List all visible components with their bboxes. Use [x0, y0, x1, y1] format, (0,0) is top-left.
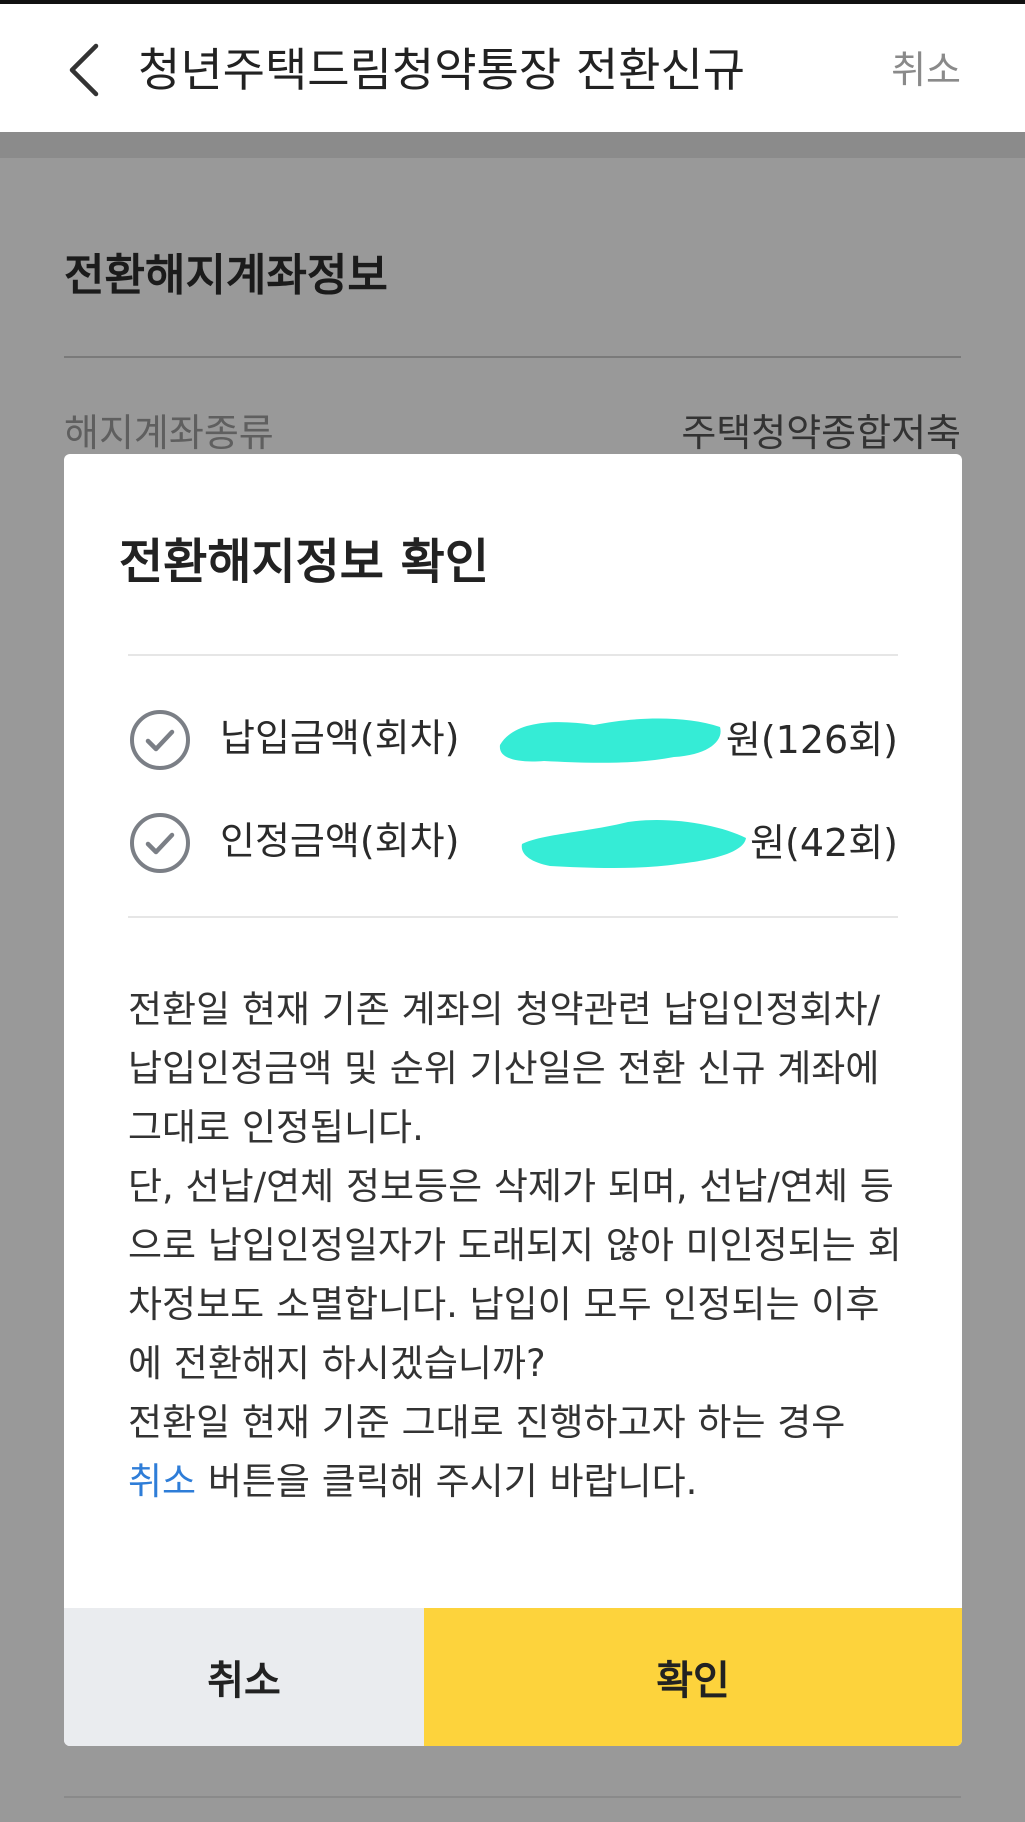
payment-amount-value: 원(126회) [494, 710, 898, 770]
cancel-button[interactable]: 취소 [64, 1608, 424, 1746]
message-paragraph: 전환일 현재 기존 계좌의 청약관련 납입인정회차/납입인정금액 및 순위 기산… [128, 988, 881, 1149]
section-title: 전환해지계좌정보 [64, 250, 388, 301]
account-type-label: 해지계좌종류 [64, 411, 274, 455]
dialog-title: 전환해지정보 확인 [119, 534, 489, 590]
header-shadow [0, 132, 1025, 158]
back-button[interactable] [56, 38, 112, 102]
payment-amount-row: 납입금액(회차) 원(126회) [128, 704, 898, 774]
payment-amount-label: 납입금액(회차) [220, 716, 460, 760]
app-header: 청년주택드림청약통장 전환신규 취소 [0, 4, 1025, 132]
recognized-amount-label: 인정금액(회차) [220, 819, 460, 863]
confirm-button[interactable]: 확인 [424, 1608, 962, 1746]
check-circle-icon [130, 710, 190, 770]
dialog-divider [128, 654, 898, 656]
redaction-mark [521, 819, 747, 868]
redaction-mark [499, 718, 721, 763]
recognized-amount-row: 인정금액(회차) 원(42회) [128, 807, 898, 877]
message-paragraph: 단, 선납/연체 정보등은 삭제가 되며, 선납/연체 등으로 납입인정일자가 … [128, 1165, 902, 1385]
recognized-amount-value: 원(42회) [518, 813, 898, 873]
cancel-link[interactable]: 취소 [128, 1460, 196, 1503]
bottom-divider [64, 1796, 961, 1798]
page-title: 청년주택드림청약통장 전환신규 [138, 43, 746, 97]
header-cancel-button[interactable]: 취소 [891, 40, 961, 100]
dialog-message: 전환일 현재 기존 계좌의 청약관련 납입인정회차/납입인정금액 및 순위 기산… [128, 980, 908, 1511]
message-text: 전환일 현재 기준 그대로 진행하고자 하는 경우 [128, 1401, 846, 1444]
dialog-divider [128, 916, 898, 918]
back-chevron-icon [69, 43, 99, 97]
check-circle-icon [130, 813, 190, 873]
section-divider [64, 356, 961, 358]
confirm-dialog: 전환해지정보 확인 납입금액(회차) 원(126회) 인정금액(회차) 원(42… [64, 454, 962, 1746]
message-text: 버튼을 클릭해 주시기 바랍니다. [196, 1460, 698, 1503]
account-type-value: 주택청약종합저축 [681, 411, 961, 455]
message-paragraph: 전환일 현재 기준 그대로 진행하고자 하는 경우취소 버튼을 클릭해 주시기 … [128, 1393, 908, 1511]
